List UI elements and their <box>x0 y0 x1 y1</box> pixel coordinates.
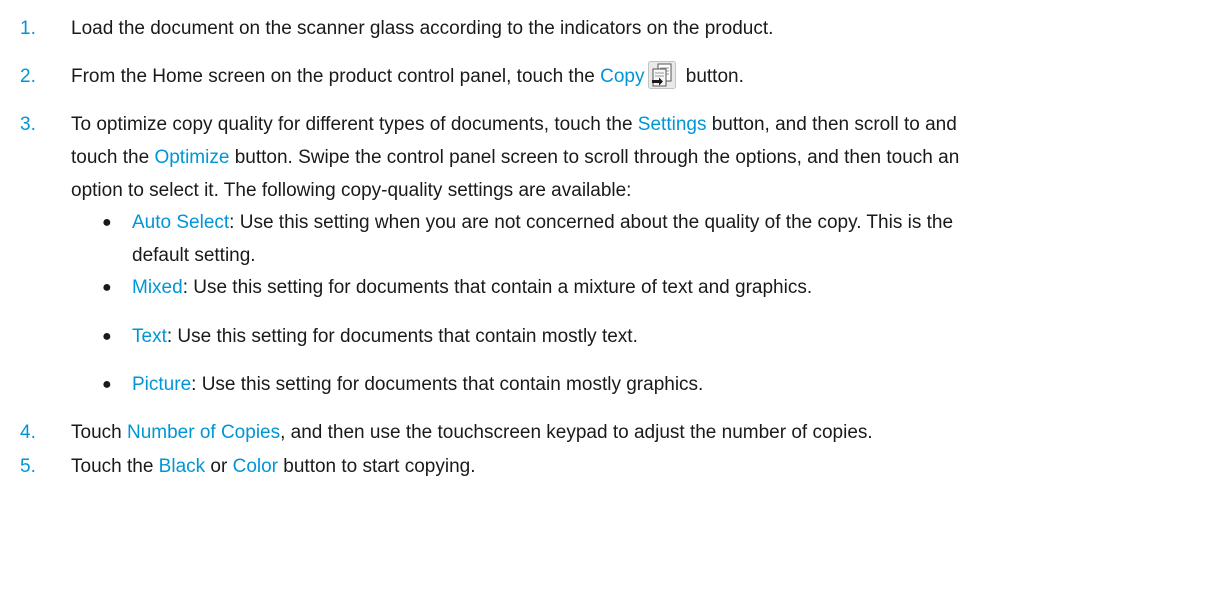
step-number: 5. <box>20 456 36 477</box>
copy-ui-term: Copy <box>600 66 645 87</box>
step-text-part: touch the <box>71 147 155 168</box>
step-text-before: From the Home screen on the product cont… <box>71 66 601 87</box>
step-number: 3. <box>20 114 36 135</box>
step-text-part: button. Swipe the control panel screen t… <box>229 147 960 168</box>
step-text-after: button to start copying. <box>278 456 476 477</box>
bullet-line: default setting. <box>132 239 1192 272</box>
bullet-text: Picture: Use this setting for documents … <box>132 368 1192 401</box>
step-text: Load the document on the scanner glass a… <box>71 12 1196 45</box>
step-text-after: , and then use the touchscreen keypad to… <box>280 422 873 443</box>
picture-ui-term: Picture <box>132 374 192 395</box>
step-text-after: button. <box>680 66 744 87</box>
bullet-icon: ● <box>102 376 112 393</box>
step-text-part: option to select it. The following copy-… <box>71 180 632 201</box>
step-text: Touch the Black or Color button to start… <box>71 450 1196 483</box>
bullet-description: default setting. <box>132 245 256 266</box>
step-text-middle: or <box>205 456 233 477</box>
number-of-copies-ui-term: Number of Copies <box>126 422 281 443</box>
settings-ui-term: Settings <box>637 114 707 135</box>
bullet-description: : Use this setting for documents that co… <box>166 326 638 347</box>
copy-icon <box>648 60 677 89</box>
step-line: touch the Optimize button. Swipe the con… <box>71 141 1196 174</box>
step-text-content: Load the document on the scanner glass a… <box>71 18 774 39</box>
auto-select-ui-term: Auto Select <box>132 212 230 233</box>
step-text-before: Touch <box>71 422 127 443</box>
step-number: 2. <box>20 66 36 87</box>
bullet-icon: ● <box>102 214 112 231</box>
step-text: To optimize copy quality for different t… <box>71 108 1196 207</box>
bullet-icon: ● <box>102 279 112 296</box>
step-text-part: button, and then scroll to and <box>706 114 957 135</box>
bullet-text: Text: Use this setting for documents tha… <box>132 320 1192 353</box>
step-line: To optimize copy quality for different t… <box>71 108 1196 141</box>
bullet-icon: ● <box>102 328 112 345</box>
black-ui-term: Black <box>158 456 206 477</box>
step-number: 1. <box>20 18 36 39</box>
text-ui-term: Text <box>132 326 167 347</box>
bullet-description: : Use this setting for documents that co… <box>191 374 704 395</box>
color-ui-term: Color <box>232 456 278 477</box>
bullet-description: : Use this setting when you are not conc… <box>229 212 954 233</box>
bullet-description: : Use this setting for documents that co… <box>182 277 813 298</box>
bullet-text: Auto Select: Use this setting when you a… <box>132 206 1192 272</box>
step-line: option to select it. The following copy-… <box>71 174 1196 207</box>
step-text-part: To optimize copy quality for different t… <box>71 114 638 135</box>
step-text: From the Home screen on the product cont… <box>71 60 1196 93</box>
optimize-ui-term: Optimize <box>154 147 230 168</box>
step-number: 4. <box>20 422 36 443</box>
mixed-ui-term: Mixed <box>132 277 183 298</box>
step-text: Touch Number of Copies, and then use the… <box>71 416 1196 449</box>
bullet-text: Mixed: Use this setting for documents th… <box>132 271 1192 304</box>
step-text-before: Touch the <box>71 456 159 477</box>
bullet-line: Auto Select: Use this setting when you a… <box>132 206 1192 239</box>
